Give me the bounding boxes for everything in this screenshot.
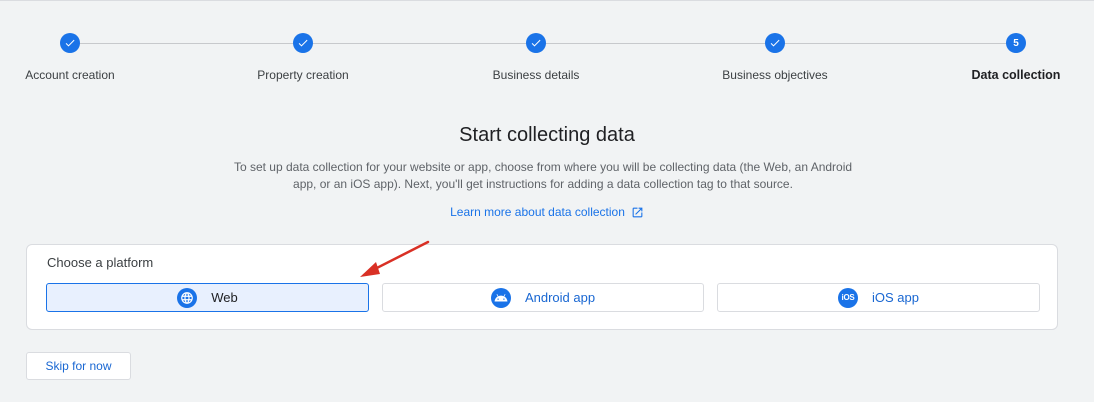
skip-for-now-button[interactable]: Skip for now (26, 352, 131, 380)
annotation-arrow (360, 240, 430, 277)
